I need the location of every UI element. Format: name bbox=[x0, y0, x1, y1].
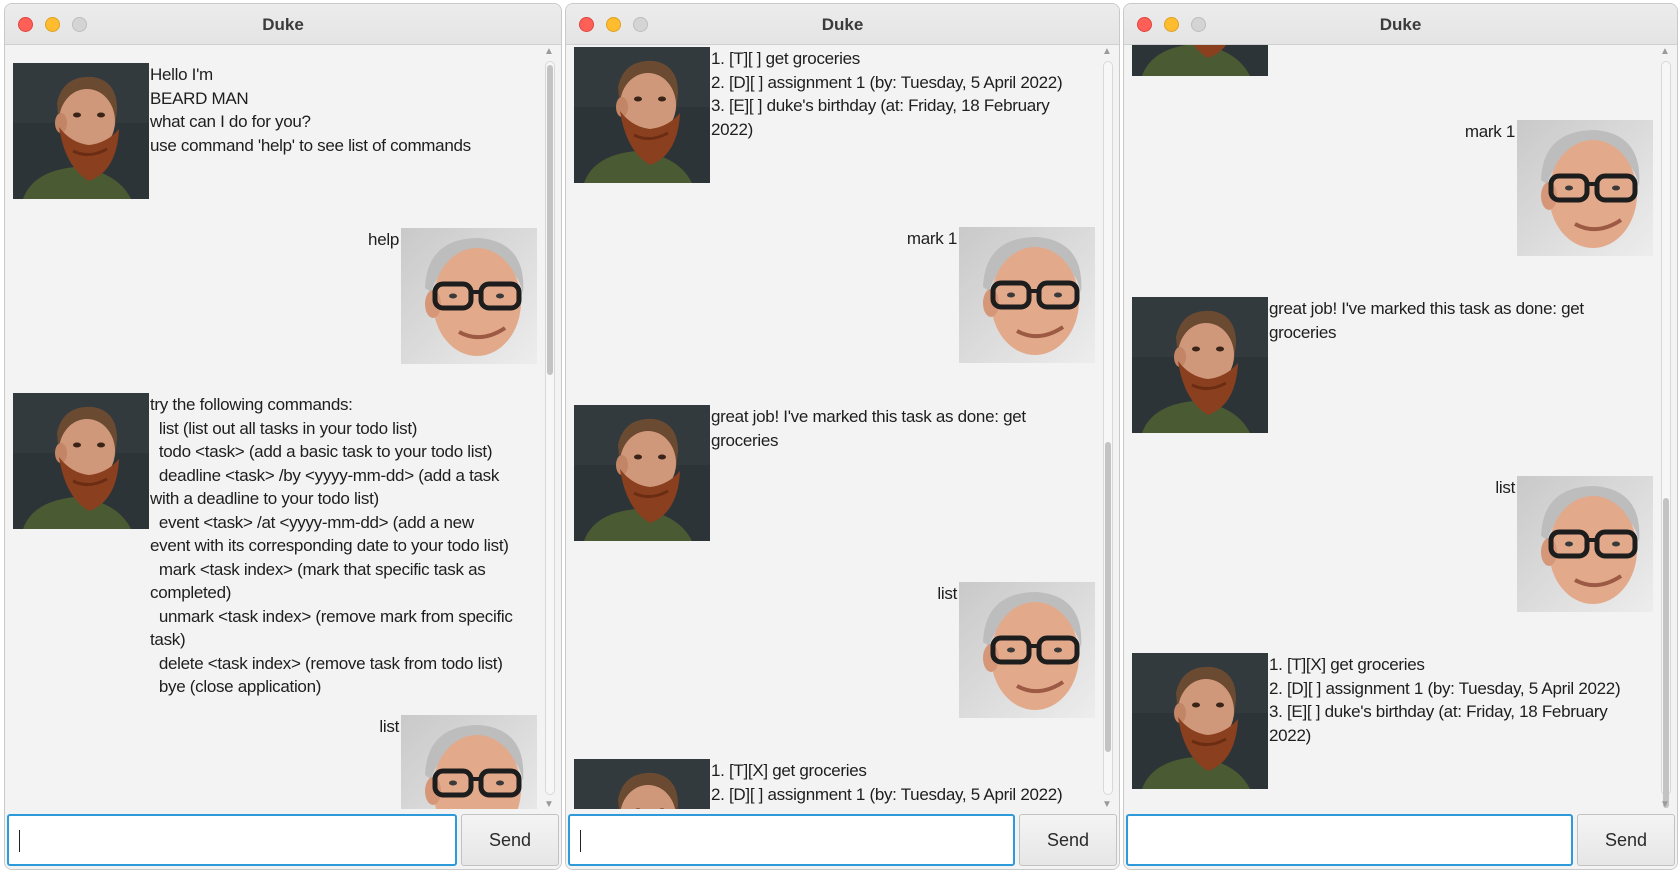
send-button[interactable]: Send bbox=[461, 814, 559, 866]
title-bar: Duke bbox=[5, 4, 561, 45]
user-message-text: mark 1 bbox=[1464, 122, 1515, 141]
scroll-track[interactable] bbox=[545, 61, 555, 795]
chat-window-2: Duke 1. [T][ ] get groceries 2. [D][ ] a… bbox=[565, 3, 1120, 870]
text-caret bbox=[19, 830, 20, 852]
user-avatar bbox=[1517, 120, 1653, 256]
duke-avatar bbox=[574, 47, 710, 183]
duke-message-text: great job! I've marked this task as done… bbox=[711, 407, 1026, 450]
scroll-up-arrow-icon[interactable]: ▲ bbox=[1660, 46, 1670, 57]
user-avatar bbox=[401, 715, 537, 811]
user-message-text: help bbox=[368, 230, 399, 249]
duke-message-text: 1. [T][X] get groceries 2. [D][ ] assign… bbox=[1269, 655, 1621, 745]
dialog-container: 1. [T][ ] get groceries 2. [D][ ] assign… bbox=[566, 45, 1097, 811]
scroll-track[interactable] bbox=[1661, 61, 1671, 808]
duke-avatar bbox=[1132, 45, 1268, 76]
duke-message-text: Hello I'm BEARD MAN what can I do for yo… bbox=[150, 65, 471, 155]
scroll-up-arrow-icon[interactable]: ▲ bbox=[1102, 46, 1112, 57]
duke-message-text: try the following commands: list (list o… bbox=[150, 395, 513, 696]
duke-avatar bbox=[1132, 653, 1268, 789]
duke-message-text: 1. [T][ ] get groceries 2. [D][ ] assign… bbox=[711, 49, 1063, 139]
scroll-up-arrow-icon[interactable]: ▲ bbox=[544, 46, 554, 57]
duke-avatar bbox=[13, 393, 149, 529]
user-avatar bbox=[959, 227, 1095, 363]
message-input[interactable] bbox=[568, 814, 1015, 866]
vertical-scrollbar[interactable]: ▲ ▼ bbox=[1099, 45, 1115, 811]
message-input[interactable] bbox=[1126, 814, 1573, 866]
duke-message-text: 1. [T][X] get groceries 2. [D][ ] assign… bbox=[711, 761, 1063, 804]
user-message-text: list bbox=[1495, 478, 1515, 497]
duke-avatar bbox=[1132, 297, 1268, 433]
user-avatar bbox=[959, 582, 1095, 718]
window-title: Duke bbox=[262, 15, 304, 34]
scroll-thumb[interactable] bbox=[547, 65, 553, 375]
title-bar: Duke bbox=[1124, 4, 1677, 45]
user-message-text: mark 1 bbox=[906, 229, 957, 248]
input-bar: Send bbox=[1124, 809, 1677, 869]
message-input[interactable] bbox=[7, 814, 457, 866]
window-title: Duke bbox=[1379, 15, 1422, 34]
duke-avatar bbox=[574, 759, 710, 811]
user-avatar bbox=[401, 228, 537, 364]
vertical-scrollbar[interactable]: ▲ ▼ bbox=[541, 45, 557, 811]
chat-window-1: Duke Hello I'm BEARD MAN what can I do f… bbox=[4, 3, 562, 870]
window-title: Duke bbox=[821, 15, 864, 34]
send-button[interactable]: Send bbox=[1577, 814, 1675, 866]
dialog-container: Hello I'm BEARD MAN what can I do for yo… bbox=[5, 45, 539, 811]
dialog-container: mark 1 great job! I've marked this task … bbox=[1124, 45, 1655, 811]
text-caret bbox=[580, 830, 581, 852]
send-button[interactable]: Send bbox=[1019, 814, 1117, 866]
chat-window-3: Duke mark 1 great job! I've marked this … bbox=[1123, 3, 1678, 870]
vertical-scrollbar[interactable]: ▲ ▼ bbox=[1657, 45, 1673, 811]
user-message-text: list bbox=[937, 584, 957, 603]
input-bar: Send bbox=[5, 809, 561, 869]
scroll-thumb[interactable] bbox=[1105, 442, 1111, 752]
duke-avatar bbox=[574, 405, 710, 541]
user-avatar bbox=[1517, 476, 1653, 612]
duke-avatar bbox=[13, 63, 149, 199]
scroll-thumb[interactable] bbox=[1663, 498, 1669, 808]
user-message-text: list bbox=[379, 717, 399, 736]
duke-message-text: great job! I've marked this task as done… bbox=[1269, 299, 1584, 342]
title-bar: Duke bbox=[566, 4, 1119, 45]
input-bar: Send bbox=[566, 809, 1119, 869]
scroll-track[interactable] bbox=[1103, 61, 1113, 795]
